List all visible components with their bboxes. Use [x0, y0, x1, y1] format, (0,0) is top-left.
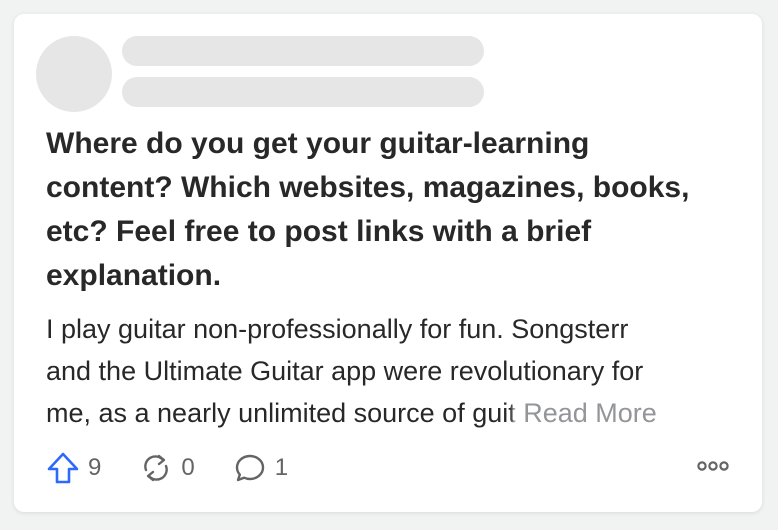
upvote-button[interactable]: 9 [46, 451, 101, 485]
body-line-text: me, as a nearly unlimited source of gu [46, 398, 503, 428]
share-count: 0 [181, 454, 195, 481]
more-dots-icon [696, 459, 730, 478]
body-fade-text: it [502, 398, 516, 428]
comment-button[interactable]: 1 [233, 451, 288, 485]
upvote-arrow-icon [46, 451, 80, 485]
body-line: I play guitar non-professionally for fun… [46, 314, 629, 344]
question-card: Where do you get your guitar-learning co… [14, 14, 762, 512]
share-button[interactable]: 0 [139, 451, 195, 485]
reshare-icon [139, 451, 173, 485]
body-line: me, as a nearly unlimited source of guit… [46, 392, 736, 434]
question-title[interactable]: Where do you get your guitar-learning co… [46, 122, 696, 298]
comment-count: 1 [274, 454, 289, 481]
author-name-placeholder [122, 36, 484, 66]
action-bar: 9 0 1 [46, 446, 730, 490]
read-more-link[interactable]: Read More [523, 398, 657, 428]
comment-bubble-icon [233, 451, 267, 485]
question-body: I play guitar non-professionally for fun… [46, 308, 736, 434]
more-options-button[interactable] [696, 459, 730, 478]
upvote-count: 9 [88, 454, 102, 481]
avatar-placeholder [36, 36, 112, 112]
author-meta-placeholder [122, 77, 484, 107]
body-line: and the Ultimate Guitar app were revolut… [46, 356, 644, 386]
